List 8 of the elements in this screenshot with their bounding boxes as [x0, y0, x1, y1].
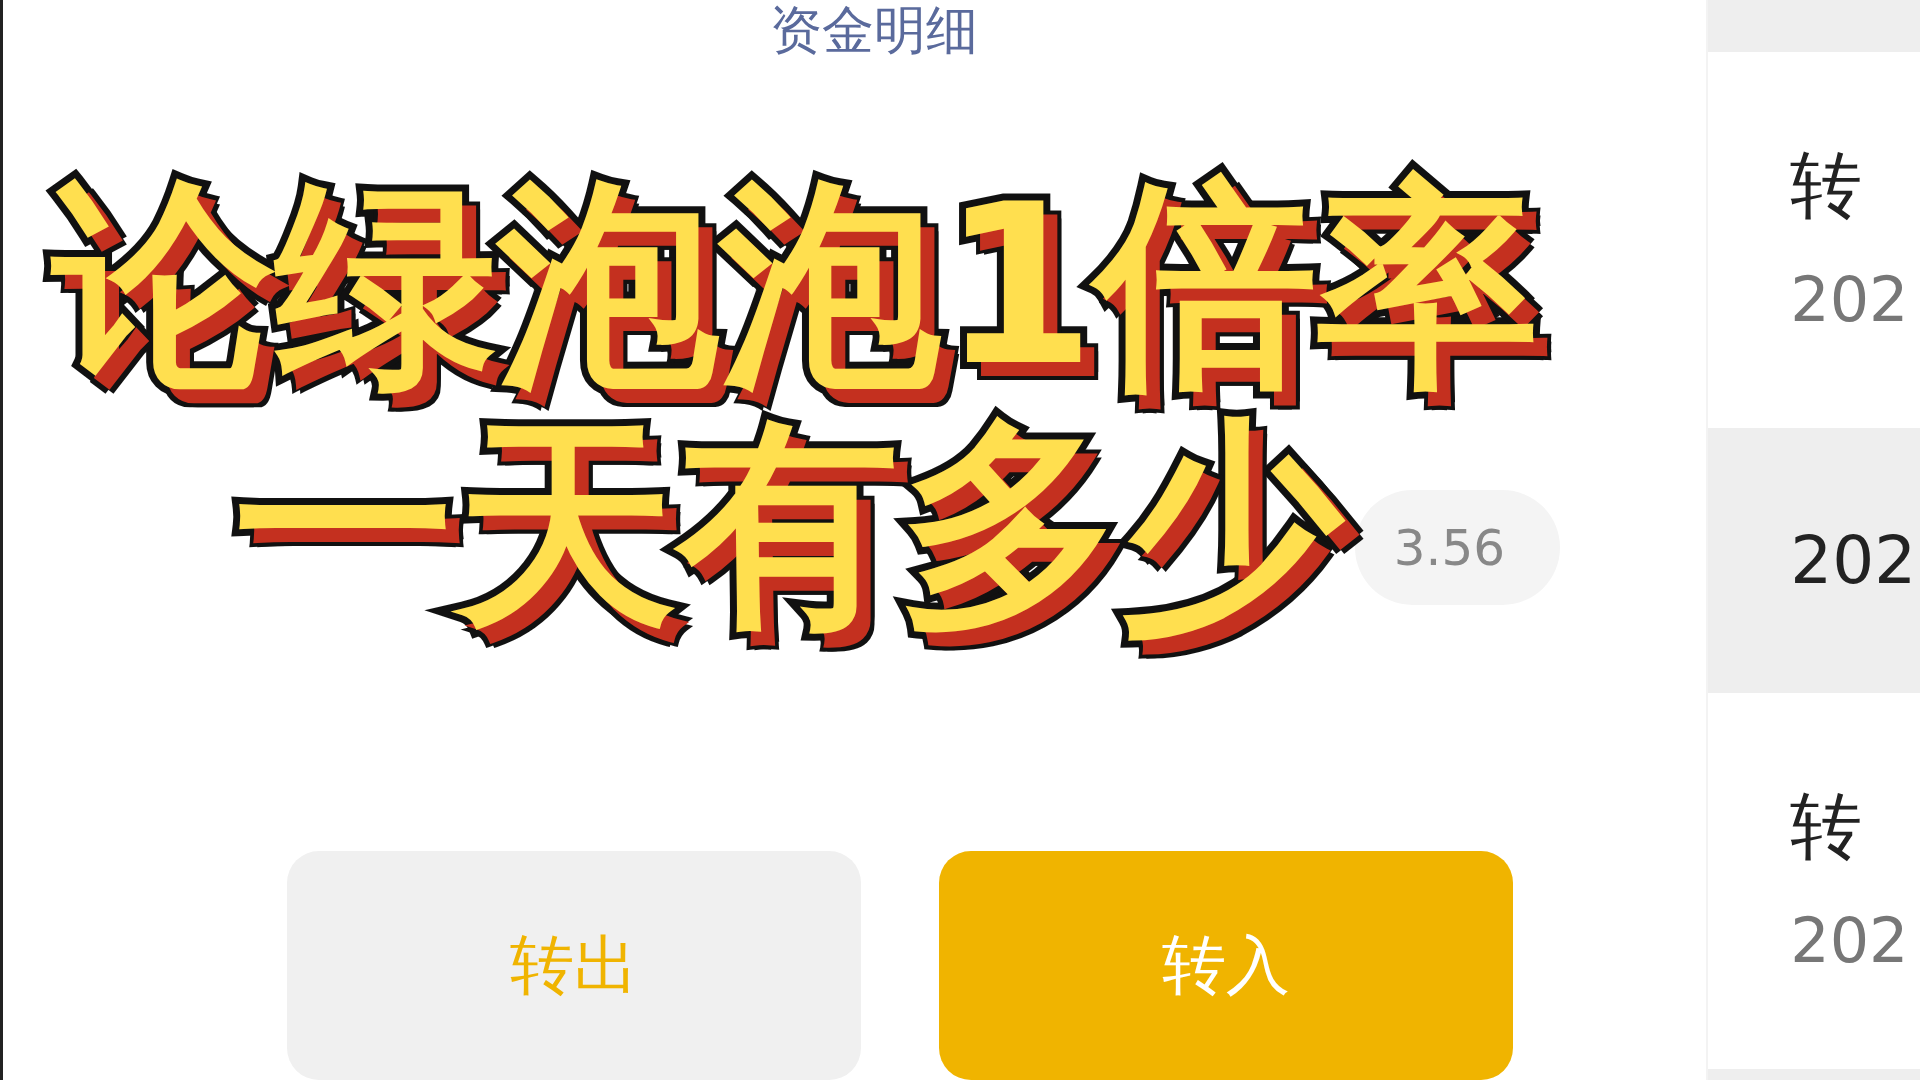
record-date: 202: [1790, 265, 1910, 335]
page-title: 资金明细: [770, 0, 978, 60]
record-date: 202: [1790, 906, 1910, 976]
record-type: 转: [1790, 786, 1864, 866]
amount-text: 3.56: [1393, 518, 1505, 577]
record-date: 202: [1790, 525, 1918, 596]
record-type: 转: [1790, 145, 1864, 225]
record-row[interactable]: 202: [1708, 428, 1920, 693]
